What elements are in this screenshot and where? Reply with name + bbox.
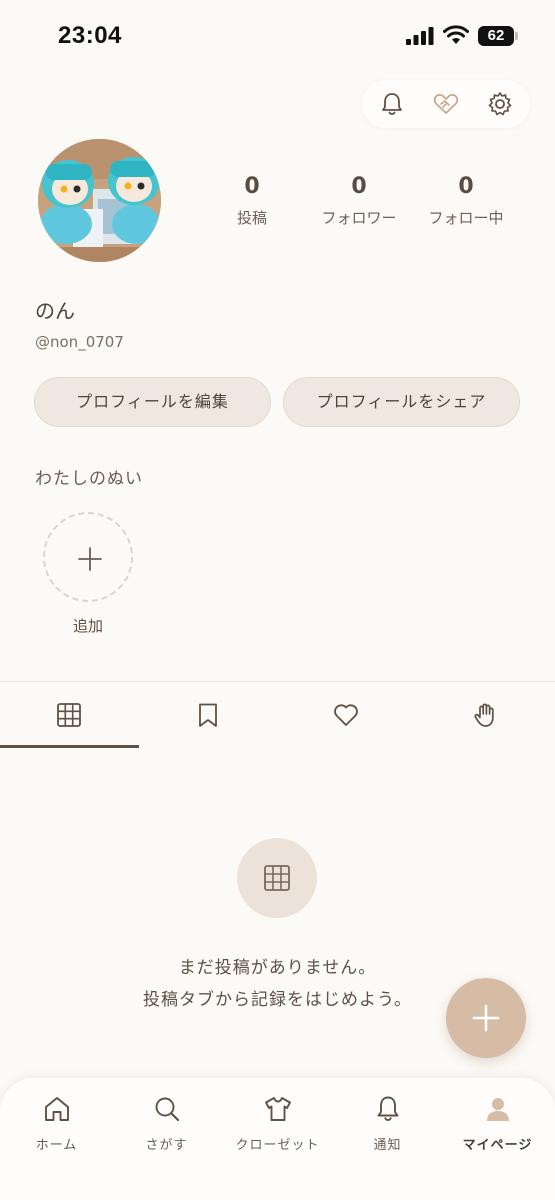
profile-handle: @non_0707 <box>35 333 124 351</box>
shirt-icon <box>264 1097 291 1121</box>
stat-posts-label: 投稿 <box>236 209 267 227</box>
signal-icon <box>406 27 434 45</box>
empty-state-message: まだ投稿がありません。 <box>178 958 377 978</box>
grid-icon <box>57 703 81 727</box>
stat-posts-value: 0 <box>244 174 260 199</box>
avatar[interactable] <box>38 139 161 262</box>
handshake-heart-icon[interactable] <box>432 90 460 118</box>
profile-name: のん <box>35 299 75 323</box>
tab-hand[interactable] <box>416 684 554 748</box>
stat-followers-label: フォロワー <box>321 209 397 227</box>
status-time: 23:04 <box>58 22 122 49</box>
plus-icon <box>78 547 102 571</box>
bell-icon <box>377 1096 398 1121</box>
grid-icon <box>264 865 290 891</box>
nav-home-label: ホーム <box>35 1138 78 1153</box>
person-icon <box>486 1098 509 1121</box>
heart-icon <box>334 704 358 726</box>
nav-mypage-label: マイページ <box>462 1138 533 1153</box>
nav-mypage[interactable]: マイページ <box>442 1094 553 1153</box>
nav-notifications-label: 通知 <box>373 1138 402 1153</box>
share-profile-button[interactable]: プロフィールをシェア <box>283 377 520 427</box>
battery-indicator: 62 <box>478 26 518 46</box>
nav-closet[interactable]: クローゼット <box>222 1094 333 1153</box>
empty-state-icon-circle <box>237 838 317 918</box>
nav-notifications[interactable]: 通知 <box>332 1094 443 1153</box>
stat-following-value: 0 <box>458 174 474 199</box>
nav-search[interactable]: さがす <box>111 1094 222 1153</box>
add-nui-label: 追加 <box>72 617 103 635</box>
bell-icon[interactable] <box>378 90 406 118</box>
tab-posts-grid[interactable] <box>0 684 138 748</box>
wifi-icon <box>443 25 469 44</box>
stat-followers[interactable]: 0 フォロワー <box>309 174 409 228</box>
plus-icon <box>472 1004 500 1032</box>
stat-following-label: フォロー中 <box>428 209 504 227</box>
new-post-fab[interactable] <box>446 978 526 1058</box>
tab-bookmarks[interactable] <box>139 684 277 748</box>
add-nui-button[interactable] <box>43 512 133 602</box>
bookmark-icon <box>199 703 217 727</box>
search-icon <box>155 1097 179 1122</box>
hand-icon <box>474 703 494 727</box>
nav-home[interactable]: ホーム <box>1 1094 112 1153</box>
tabs-divider <box>0 681 555 682</box>
active-tab-indicator <box>0 745 139 748</box>
section-title-my-nui: わたしのぬい <box>35 469 143 489</box>
nav-search-label: さがす <box>145 1138 188 1153</box>
status-bar: 23:04 62 <box>0 0 555 70</box>
stat-following[interactable]: 0 フォロー中 <box>416 174 516 228</box>
tab-likes[interactable] <box>277 684 415 748</box>
gear-icon[interactable] <box>486 90 514 118</box>
edit-profile-button[interactable]: プロフィールを編集 <box>34 377 271 427</box>
stat-followers-value: 0 <box>351 174 367 199</box>
nav-closet-label: クローゼット <box>235 1138 320 1153</box>
home-icon <box>44 1097 69 1121</box>
stat-posts[interactable]: 0 投稿 <box>202 174 302 228</box>
